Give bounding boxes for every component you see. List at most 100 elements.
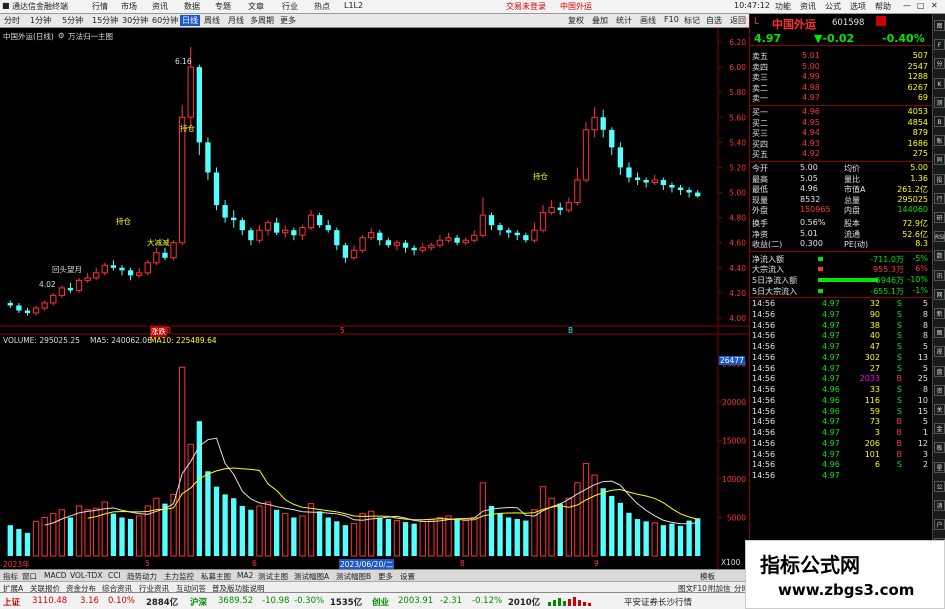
- tool-icon-18[interactable]: 盘: [934, 365, 945, 377]
- tool-icon-17[interactable]: 视: [934, 346, 945, 358]
- tool-icon-19[interactable]: 资: [934, 384, 945, 396]
- stat-row[interactable]: 最低 4.96 市值A 261.2亿: [752, 184, 930, 194]
- tool-icon-25[interactable]: 消: [934, 500, 945, 511]
- tick-row[interactable]: 14:56 4.96 116 S 10: [752, 396, 930, 406]
- tool-icon-5[interactable]: B: [934, 116, 945, 127]
- period-weekly[interactable]: 周线: [204, 15, 220, 26]
- stat-row[interactable]: 收益(二) 0.300 PE(动) 8.3: [752, 239, 930, 249]
- stat-row[interactable]: 外盘 150965 内盘 144060: [752, 205, 930, 215]
- btn-f10[interactable]: F10: [664, 15, 679, 24]
- tool-icon-15[interactable]: 新: [934, 308, 945, 319]
- flow-row[interactable]: 5日大宗流入 -655.1万 -1%: [752, 286, 930, 296]
- tool-icon-2[interactable]: 分: [934, 58, 945, 70]
- ask-row[interactable]: 卖一 4.97 69: [752, 93, 930, 103]
- tool-icon-20[interactable]: 关: [934, 404, 945, 415]
- tool-icon-16[interactable]: 图: [934, 327, 945, 339]
- btn-zixuan[interactable]: 自选: [706, 15, 722, 26]
- tick-row[interactable]: 14:56 4.97: [752, 471, 930, 481]
- tool-icon-3[interactable]: K: [934, 77, 945, 89]
- period-more[interactable]: 更多: [280, 15, 296, 26]
- period-1min[interactable]: 1分钟: [30, 15, 51, 26]
- period-multi[interactable]: 多周期: [250, 15, 274, 26]
- stat-row[interactable]: 净资 5.01 流通 52.6亿: [752, 229, 930, 239]
- stat-row[interactable]: 现量 8532 总量 295025: [752, 195, 930, 205]
- tick-row[interactable]: 14:56 4.97 73 B 5: [752, 417, 930, 427]
- tool-icon-6[interactable]: 账: [934, 135, 945, 147]
- close-icon[interactable]: ✕: [931, 1, 938, 10]
- tick-row[interactable]: 14:56 4.96 59 S 15: [752, 407, 930, 417]
- ask-row[interactable]: 卖三 4.99 1288: [752, 72, 930, 82]
- tick-row[interactable]: 14:56 4.97 38 S 8: [752, 321, 930, 331]
- tool-icon-12[interactable]: 数: [934, 250, 945, 262]
- period-monthly[interactable]: 月线: [228, 15, 244, 26]
- tool-icon-10[interactable]: 研: [934, 212, 945, 223]
- kline-chart-svg[interactable]: 6.20 6.00 5.80 5.60 5.40 5.20 5.00 4.80 4.60 4.40…: [0, 28, 749, 569]
- menu-hangqing[interactable]: 行情: [92, 1, 108, 12]
- tool-icon-13[interactable]: 讯: [934, 269, 945, 281]
- trade-login-alert[interactable]: 交易未登录: [506, 1, 546, 12]
- bid-row[interactable]: 买一 4.96 4053: [752, 107, 930, 117]
- tick-row[interactable]: 14:56 4.97 27 S 5: [752, 364, 930, 374]
- menu-wenzhang[interactable]: 文章: [248, 1, 264, 12]
- menu-shuju[interactable]: 数据: [184, 1, 200, 12]
- tab-ma2[interactable]: MA2: [237, 571, 253, 580]
- tick-row[interactable]: 14:56 4.97 3 B 1: [752, 428, 930, 438]
- bid-row[interactable]: 买二 4.95 4854: [752, 118, 930, 128]
- period-30min[interactable]: 30分钟: [122, 15, 148, 26]
- tool-icon-0[interactable]: 图: [934, 20, 945, 31]
- tick-row[interactable]: 14:56 4.96 6 S 2: [752, 460, 930, 470]
- tool-icon-22[interactable]: 板: [934, 442, 945, 454]
- btn-tongji[interactable]: 统计: [616, 15, 632, 26]
- tool-icon-8[interactable]: 投: [934, 173, 945, 185]
- menu-zhuanti[interactable]: 专题: [215, 1, 231, 12]
- menu-gongshi[interactable]: 公式: [825, 1, 841, 12]
- tool-icon-14[interactable]: 网: [934, 288, 945, 300]
- menu-redian[interactable]: 热点: [314, 1, 330, 12]
- period-5min[interactable]: 5分钟: [62, 15, 83, 26]
- stat-row[interactable]: 最高 5.05 量比 1.36: [752, 174, 930, 184]
- main-indicator-name[interactable]: 万法归一主图: [68, 31, 113, 42]
- tool-icon-11[interactable]: RSI: [934, 231, 945, 243]
- tick-row[interactable]: 14:56 4.97 302 S 13: [752, 353, 930, 363]
- btn-diejia[interactable]: 叠加: [592, 15, 608, 26]
- flow-row[interactable]: 大宗流入 955.3万 6%: [752, 264, 930, 274]
- tick-row[interactable]: 14:56 4.96 33 S 8: [752, 385, 930, 395]
- tick-row[interactable]: 14:56 4.97 101 B 3: [752, 450, 930, 460]
- tool-icon-23[interactable]: 星: [934, 461, 945, 473]
- ask-row[interactable]: 卖五 5.01 507: [752, 51, 930, 61]
- tick-row[interactable]: 14:56 4.97 47 S 5: [752, 342, 930, 352]
- menu-zixun[interactable]: 资讯: [152, 1, 168, 12]
- btn-fuquan[interactable]: 复权: [568, 15, 584, 26]
- tab-macd[interactable]: MACD: [44, 571, 66, 580]
- tick-row[interactable]: 14:56 4.97 90 S 8: [752, 310, 930, 320]
- ask-row[interactable]: 卖二 4.98 6267: [752, 83, 930, 93]
- flow-row[interactable]: 5日净流入额 -5946万 -10%: [752, 275, 930, 285]
- stat-row[interactable]: 今开 5.00 均价 5.00: [752, 163, 930, 173]
- tool-icon-21[interactable]: 金: [934, 423, 945, 435]
- stock-alert[interactable]: 中国外运: [560, 1, 592, 12]
- menu-l1l2[interactable]: L1L2: [344, 1, 363, 10]
- tool-icon-26[interactable]: 户: [934, 519, 945, 531]
- menu-bangzhu[interactable]: 帮助: [875, 1, 891, 12]
- period-fenshi[interactable]: 分时: [4, 15, 20, 26]
- menu-shichang[interactable]: 市场: [121, 1, 137, 12]
- stat-row[interactable]: 换手 0.56% 股本 72.9亿: [752, 218, 930, 228]
- minimize-icon[interactable]: —: [903, 1, 911, 10]
- btn-biaoji[interactable]: 标记: [684, 15, 700, 26]
- tool-icon-24[interactable]: 公: [934, 480, 945, 492]
- period-15min[interactable]: 15分钟: [92, 15, 118, 26]
- ask-row[interactable]: 卖四 5.00 2547: [752, 62, 930, 72]
- tool-icon-9[interactable]: 行: [934, 192, 945, 204]
- btn-huaxian[interactable]: 画线: [640, 15, 656, 26]
- tool-icon-4[interactable]: 测: [934, 96, 945, 108]
- bid-row[interactable]: 买五 4.92 275: [752, 149, 930, 159]
- bid-row[interactable]: 买四 4.93 1686: [752, 139, 930, 149]
- tool-icon-7[interactable]: 同: [934, 154, 945, 166]
- menu-xuanxiang[interactable]: 选项: [850, 1, 866, 12]
- tick-row[interactable]: 14:56 4.97 206 B 12: [752, 439, 930, 449]
- tick-row[interactable]: 14:56 4.97 40 S 8: [752, 331, 930, 341]
- kline-chart-area[interactable]: 6.20 6.00 5.80 5.60 5.40 5.20 5.00 4.80 4.60 4.40…: [0, 28, 749, 570]
- tab-vol-tdx[interactable]: VOL-TDX: [70, 571, 102, 580]
- bid-row[interactable]: 买三 4.94 879: [752, 128, 930, 138]
- period-60min[interactable]: 60分钟: [152, 15, 178, 26]
